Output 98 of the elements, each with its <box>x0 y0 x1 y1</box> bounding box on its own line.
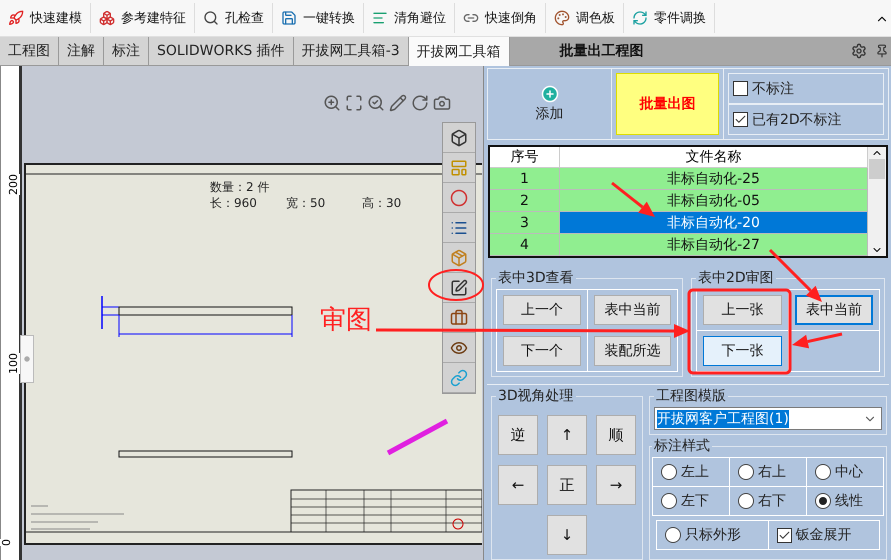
column-header: 文件名称 <box>560 147 868 168</box>
table-cell[interactable]: 2 <box>490 190 560 212</box>
tab[interactable]: 工程图 <box>0 37 59 65</box>
toolbar-button[interactable]: 清角避位 <box>364 3 455 33</box>
table-cell[interactable]: 非标自动化-25 <box>560 168 868 190</box>
toolbar-button[interactable]: 快速建模 <box>0 3 91 33</box>
view-button[interactable]: ↓ <box>547 515 587 555</box>
radio-button[interactable] <box>738 493 754 509</box>
table-cell[interactable]: 非标自动化-05 <box>560 190 868 212</box>
toolbar-button[interactable]: 参考建特征 <box>91 3 195 33</box>
radio-label: 左下 <box>681 492 709 510</box>
table-cell[interactable]: 3 <box>490 212 560 234</box>
radio-label: 右上 <box>758 463 786 481</box>
camera-icon[interactable] <box>433 94 451 112</box>
radio-label: 线性 <box>835 492 863 510</box>
template-dropdown[interactable]: 开拔网客户工程图(1) <box>654 407 882 430</box>
batch-drawing-button[interactable]: 批量出图 <box>616 73 719 135</box>
view-button[interactable]: 逆 <box>498 415 538 455</box>
fit-icon[interactable] <box>345 94 363 112</box>
ruler-label: 0 <box>0 539 13 546</box>
view-button[interactable]: → <box>596 465 636 505</box>
view-button[interactable]: 顺 <box>596 415 636 455</box>
table-cell[interactable]: 1 <box>490 168 560 190</box>
view-button[interactable]: ← <box>498 465 538 505</box>
radio-button[interactable] <box>661 493 677 509</box>
pencil-icon[interactable] <box>389 94 407 112</box>
ruler-label: 200 <box>7 174 20 195</box>
zoom-in-icon[interactable] <box>323 94 341 112</box>
toolbar-button[interactable]: 孔检查 <box>195 3 273 33</box>
toolbar-button[interactable]: 零件调换 <box>624 3 715 33</box>
lines-icon <box>372 10 388 26</box>
checkbox-label: 不标注 <box>752 80 794 98</box>
radio-button[interactable] <box>665 527 681 543</box>
group-title: 表中2D审图 <box>697 269 775 287</box>
group-title: 3D视角处理 <box>497 387 575 405</box>
radio-button[interactable] <box>661 464 677 480</box>
dimension-text: 长：960 <box>210 195 257 212</box>
radio-button[interactable] <box>738 464 754 480</box>
panel-title: 批量出工程图 <box>560 42 645 60</box>
scrollbar[interactable] <box>868 147 886 256</box>
nav-button[interactable]: 下一张 <box>703 336 782 366</box>
radio-button[interactable] <box>815 493 831 509</box>
nav-button[interactable]: 表中当前 <box>594 295 671 325</box>
toolbar-button[interactable]: 调色板 <box>546 3 624 33</box>
settings-icon[interactable] <box>851 43 867 59</box>
save-icon <box>281 10 297 26</box>
nav-button[interactable]: 下一个 <box>503 336 580 366</box>
quantity-text: 数量：2 件 <box>210 179 270 196</box>
checkbox[interactable] <box>776 528 792 542</box>
panel-handle[interactable] <box>20 335 34 383</box>
radio-button[interactable] <box>815 464 831 480</box>
radio-label: 右下 <box>758 492 786 510</box>
nav-button[interactable]: 装配所选 <box>594 336 671 366</box>
tab[interactable]: 标注 <box>104 37 149 65</box>
tab[interactable]: 开拔网工具箱-3 <box>294 37 409 65</box>
rotate-icon[interactable] <box>411 94 429 112</box>
table-cell[interactable]: 4 <box>490 234 560 256</box>
ruler-label: 100 <box>7 353 20 374</box>
column-header: 序号 <box>490 147 560 168</box>
dimension-text: 宽：50 <box>286 195 326 212</box>
add-button[interactable]: 添加 <box>488 69 612 139</box>
annotation-ellipse <box>428 269 484 301</box>
rocket-icon <box>8 10 24 26</box>
table-cell[interactable]: 非标自动化-27 <box>560 234 868 256</box>
pin-icon[interactable] <box>875 44 889 58</box>
refresh-icon <box>632 10 648 26</box>
table-cell[interactable]: 非标自动化-20 <box>560 212 868 234</box>
part-3d-view <box>386 418 448 456</box>
nav-button[interactable]: 表中当前 <box>794 295 873 325</box>
radio-label: 左上 <box>681 463 709 481</box>
blocks-icon <box>99 10 115 26</box>
annotation-label: 审图 <box>320 304 372 337</box>
radio-label: 中心 <box>835 463 863 481</box>
tab[interactable]: SOLIDWORKS 插件 <box>149 37 294 65</box>
scroll-thumb[interactable] <box>869 159 885 179</box>
annotation-arrow <box>611 182 655 217</box>
nav-button[interactable]: 上一个 <box>503 295 580 325</box>
checkbox[interactable] <box>733 81 748 96</box>
annotation-arrow <box>792 332 842 348</box>
checkbox-label: 已有2D不标注 <box>752 110 842 128</box>
checkbox-label: 钣金展开 <box>796 526 852 544</box>
group-title: 标注样式 <box>653 437 711 455</box>
plus-icon <box>540 85 558 103</box>
search-icon <box>203 10 219 26</box>
group-title: 表中3D查看 <box>497 269 575 287</box>
tab[interactable]: 注解 <box>59 37 104 65</box>
view-button[interactable]: 正 <box>547 465 587 505</box>
view-button[interactable]: ↑ <box>547 415 587 455</box>
nav-button[interactable]: 上一张 <box>703 295 782 325</box>
toolbar-button[interactable]: 快速倒角 <box>455 3 546 33</box>
radio-label: 只标外形 <box>685 526 741 544</box>
dimension-text: 高：30 <box>362 195 402 212</box>
palette-icon <box>554 10 570 26</box>
zoom-icon[interactable] <box>367 94 385 112</box>
toolbar-button[interactable]: 一键转换 <box>273 3 364 33</box>
tab[interactable]: 开拔网工具箱 <box>408 37 510 67</box>
group-title: 工程图模版 <box>655 387 727 405</box>
checkbox[interactable] <box>733 112 748 127</box>
